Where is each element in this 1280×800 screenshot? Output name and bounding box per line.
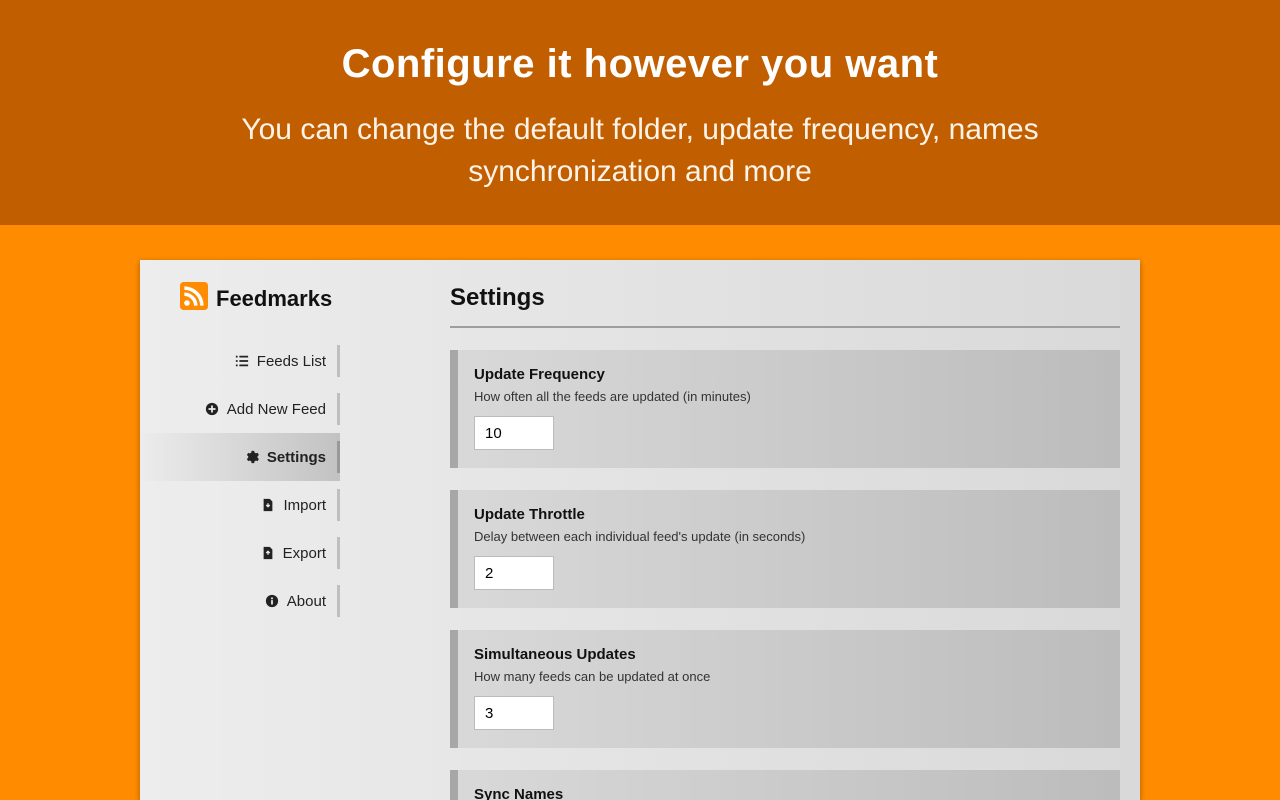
gear-icon: [245, 450, 259, 464]
sidebar-item-feeds-list[interactable]: Feeds List: [140, 337, 340, 385]
sidebar-item-label: Export: [283, 545, 326, 562]
setting-title: Update Frequency: [474, 366, 1102, 383]
sidebar-item-label: Add New Feed: [227, 401, 326, 418]
app-window: Feedmarks Feeds List Add New Feed Settin…: [140, 260, 1140, 800]
setting-desc: How often all the feeds are updated (in …: [474, 389, 1102, 404]
sidebar-item-label: Feeds List: [257, 353, 326, 370]
sidebar: Feedmarks Feeds List Add New Feed Settin…: [140, 260, 340, 625]
sidebar-item-about[interactable]: About: [140, 577, 340, 625]
sidebar-item-label: Settings: [267, 449, 326, 466]
file-import-icon: [261, 498, 275, 512]
divider: [450, 326, 1120, 328]
info-icon: [265, 594, 279, 608]
update-throttle-input[interactable]: [474, 556, 554, 590]
sidebar-item-settings[interactable]: Settings: [140, 433, 340, 481]
setting-desc: Delay between each individual feed's upd…: [474, 529, 1102, 544]
list-icon: [235, 354, 249, 368]
sidebar-item-label: About: [287, 593, 326, 610]
file-export-icon: [261, 546, 275, 560]
sidebar-item-label: Import: [283, 497, 326, 514]
setting-title: Simultaneous Updates: [474, 646, 1102, 663]
hero-banner: Configure it however you want You can ch…: [0, 0, 1280, 225]
sidebar-nav: Feeds List Add New Feed Settings Import …: [140, 337, 340, 625]
setting-simultaneous-updates: Simultaneous Updates How many feeds can …: [450, 630, 1120, 748]
rss-icon: [180, 282, 208, 315]
content-area: Settings Update Frequency How often all …: [450, 284, 1120, 800]
hero-title: Configure it however you want: [0, 42, 1280, 87]
setting-update-frequency: Update Frequency How often all the feeds…: [450, 350, 1120, 468]
simultaneous-updates-input[interactable]: [474, 696, 554, 730]
setting-sync-names: Sync Names: [450, 770, 1120, 800]
setting-title: Update Throttle: [474, 506, 1102, 523]
sidebar-item-export[interactable]: Export: [140, 529, 340, 577]
sidebar-item-import[interactable]: Import: [140, 481, 340, 529]
brand: Feedmarks: [140, 282, 340, 315]
setting-title: Sync Names: [474, 786, 1102, 800]
setting-update-throttle: Update Throttle Delay between each indiv…: [450, 490, 1120, 608]
page-title: Settings: [450, 284, 1120, 312]
setting-desc: How many feeds can be updated at once: [474, 669, 1102, 684]
hero-subtitle: You can change the default folder, updat…: [230, 109, 1050, 193]
brand-name: Feedmarks: [216, 286, 332, 312]
update-frequency-input[interactable]: [474, 416, 554, 450]
plus-circle-icon: [205, 402, 219, 416]
sidebar-item-add-feed[interactable]: Add New Feed: [140, 385, 340, 433]
